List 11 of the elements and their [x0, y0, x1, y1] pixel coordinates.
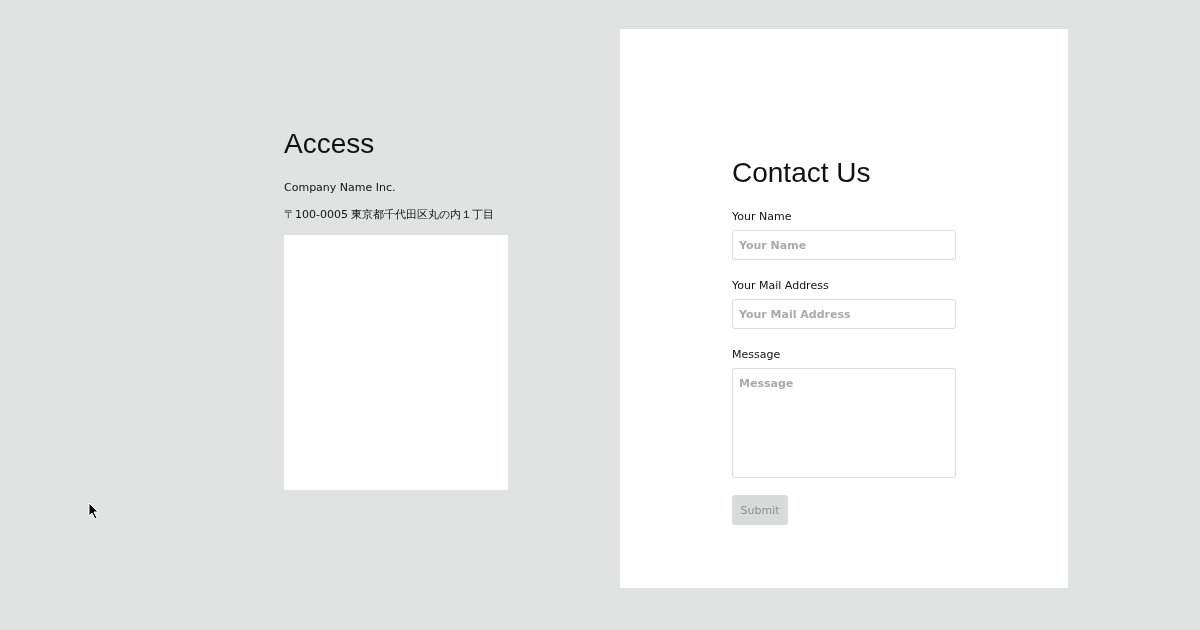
company-name: Company Name Inc. — [284, 181, 397, 195]
section-title: Contact Us — [732, 156, 872, 190]
field-label: Your Name — [732, 210, 793, 224]
section-title: Access — [284, 127, 376, 161]
field-label: Message — [732, 348, 782, 362]
mouse-cursor-icon — [88, 502, 100, 520]
field-label: Your Mail Address — [732, 279, 830, 293]
address: 〒100-0005 東京都千代田区丸の内１丁目 — [284, 208, 496, 222]
input-field[interactable]: Your Name — [732, 230, 956, 260]
input-field[interactable]: Your Mail Address — [732, 299, 956, 329]
message-field[interactable]: Message — [732, 368, 956, 478]
